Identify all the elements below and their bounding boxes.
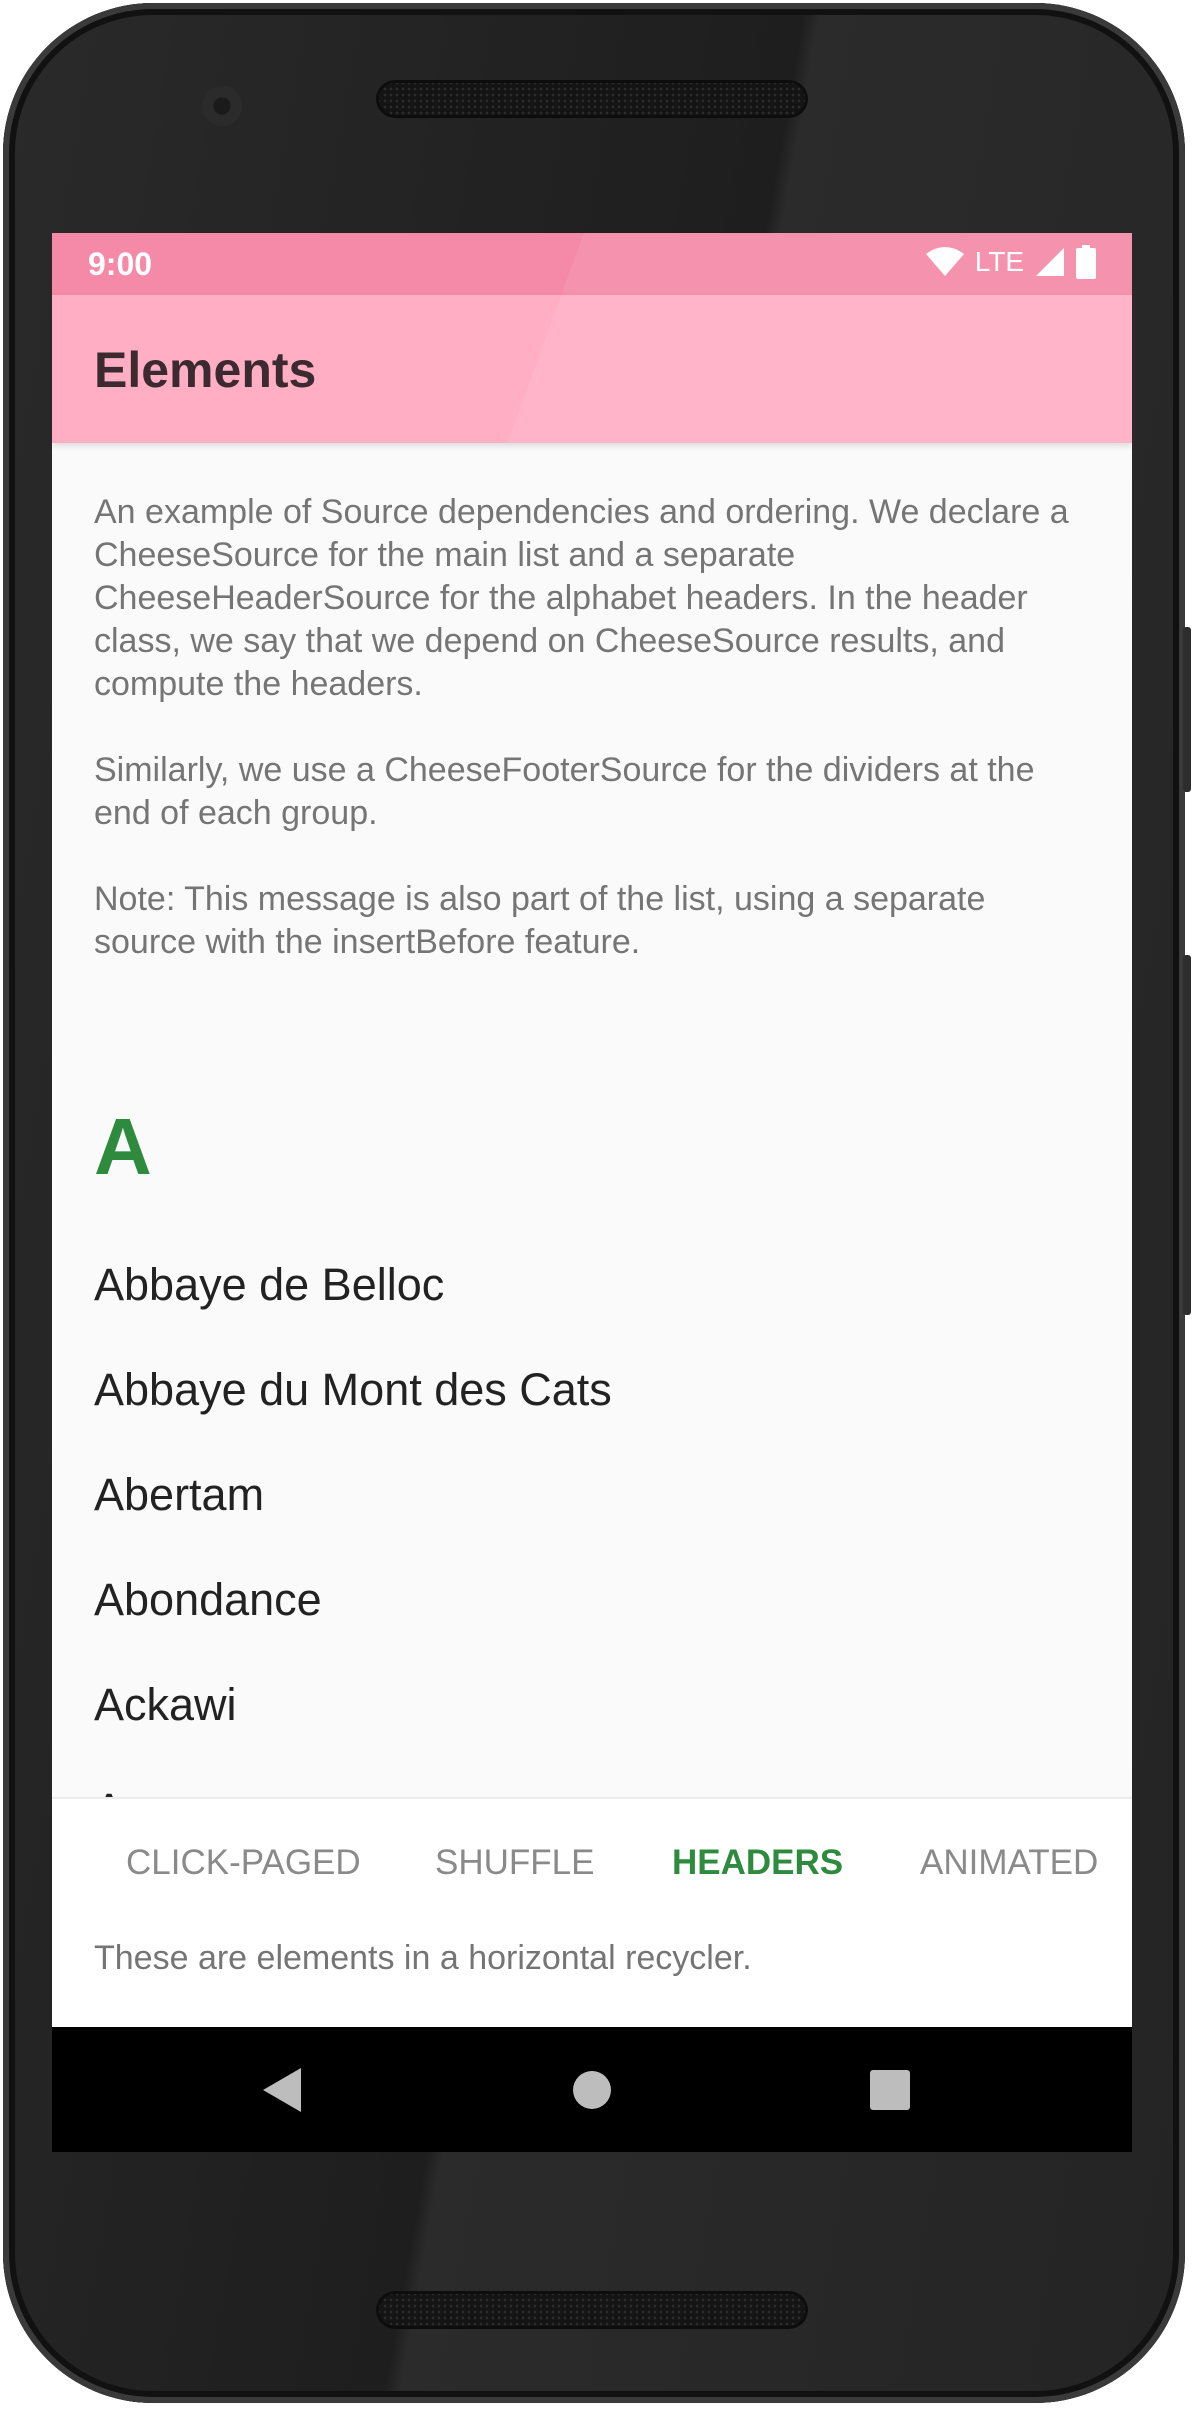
recents-icon [870, 2069, 910, 2110]
tab-animated[interactable]: ANIMATED [920, 1843, 1098, 1883]
power-button [1183, 627, 1191, 792]
cheese-list[interactable]: An example of Source dependencies and or… [52, 443, 1132, 2030]
intro-note: Note: This message is also part of the l… [94, 880, 986, 961]
app-bar: Elements [52, 295, 1132, 443]
tab-strip[interactable]: CLICK-PAGED SHUFFLE HEADERS ANIMATED [52, 1843, 1132, 1893]
section-header: A [94, 1102, 152, 1191]
status-time: 9:00 [88, 246, 153, 282]
screen: 9:00 LTE Elements An example of Source d… [52, 233, 1132, 2152]
network-type: LTE [974, 246, 1024, 277]
status-bar: 9:00 LTE [52, 233, 1132, 295]
home-button[interactable] [532, 2027, 652, 2152]
intro-paragraph: An example of Source dependencies and or… [94, 493, 1069, 703]
signal-icon [1036, 248, 1064, 276]
list-item[interactable]: Abbaye du Mont des Cats [94, 1364, 612, 1416]
battery-icon [1076, 245, 1096, 279]
earpiece-speaker [376, 80, 808, 118]
back-button[interactable] [223, 2027, 343, 2152]
front-camera [202, 86, 242, 126]
wifi-icon [925, 247, 964, 276]
bottom-speaker [376, 2291, 808, 2329]
home-icon [573, 2070, 611, 2109]
list-item[interactable]: Ackawi [94, 1679, 237, 1731]
intro-paragraph: Similarly, we use a CheeseFooterSource f… [94, 751, 1035, 832]
list-item[interactable]: Abondance [94, 1574, 322, 1626]
tab-click-paged[interactable]: CLICK-PAGED [126, 1843, 361, 1883]
navigation-bar [52, 2027, 1132, 2152]
bottom-panel: CLICK-PAGED SHUFFLE HEADERS ANIMATED The… [52, 1797, 1132, 2029]
tab-headers[interactable]: HEADERS [672, 1843, 843, 1883]
back-icon [263, 2067, 301, 2112]
page-title: Elements [94, 342, 317, 398]
tab-description: These are elements in a horizontal recyc… [94, 1939, 752, 1977]
list-item[interactable]: Abbaye de Belloc [94, 1259, 444, 1311]
tab-shuffle[interactable]: SHUFFLE [435, 1843, 594, 1883]
recents-button[interactable] [830, 2027, 950, 2152]
list-item[interactable]: Abertam [94, 1469, 264, 1521]
volume-button [1183, 955, 1191, 1315]
status-icons: LTE [925, 245, 1096, 279]
